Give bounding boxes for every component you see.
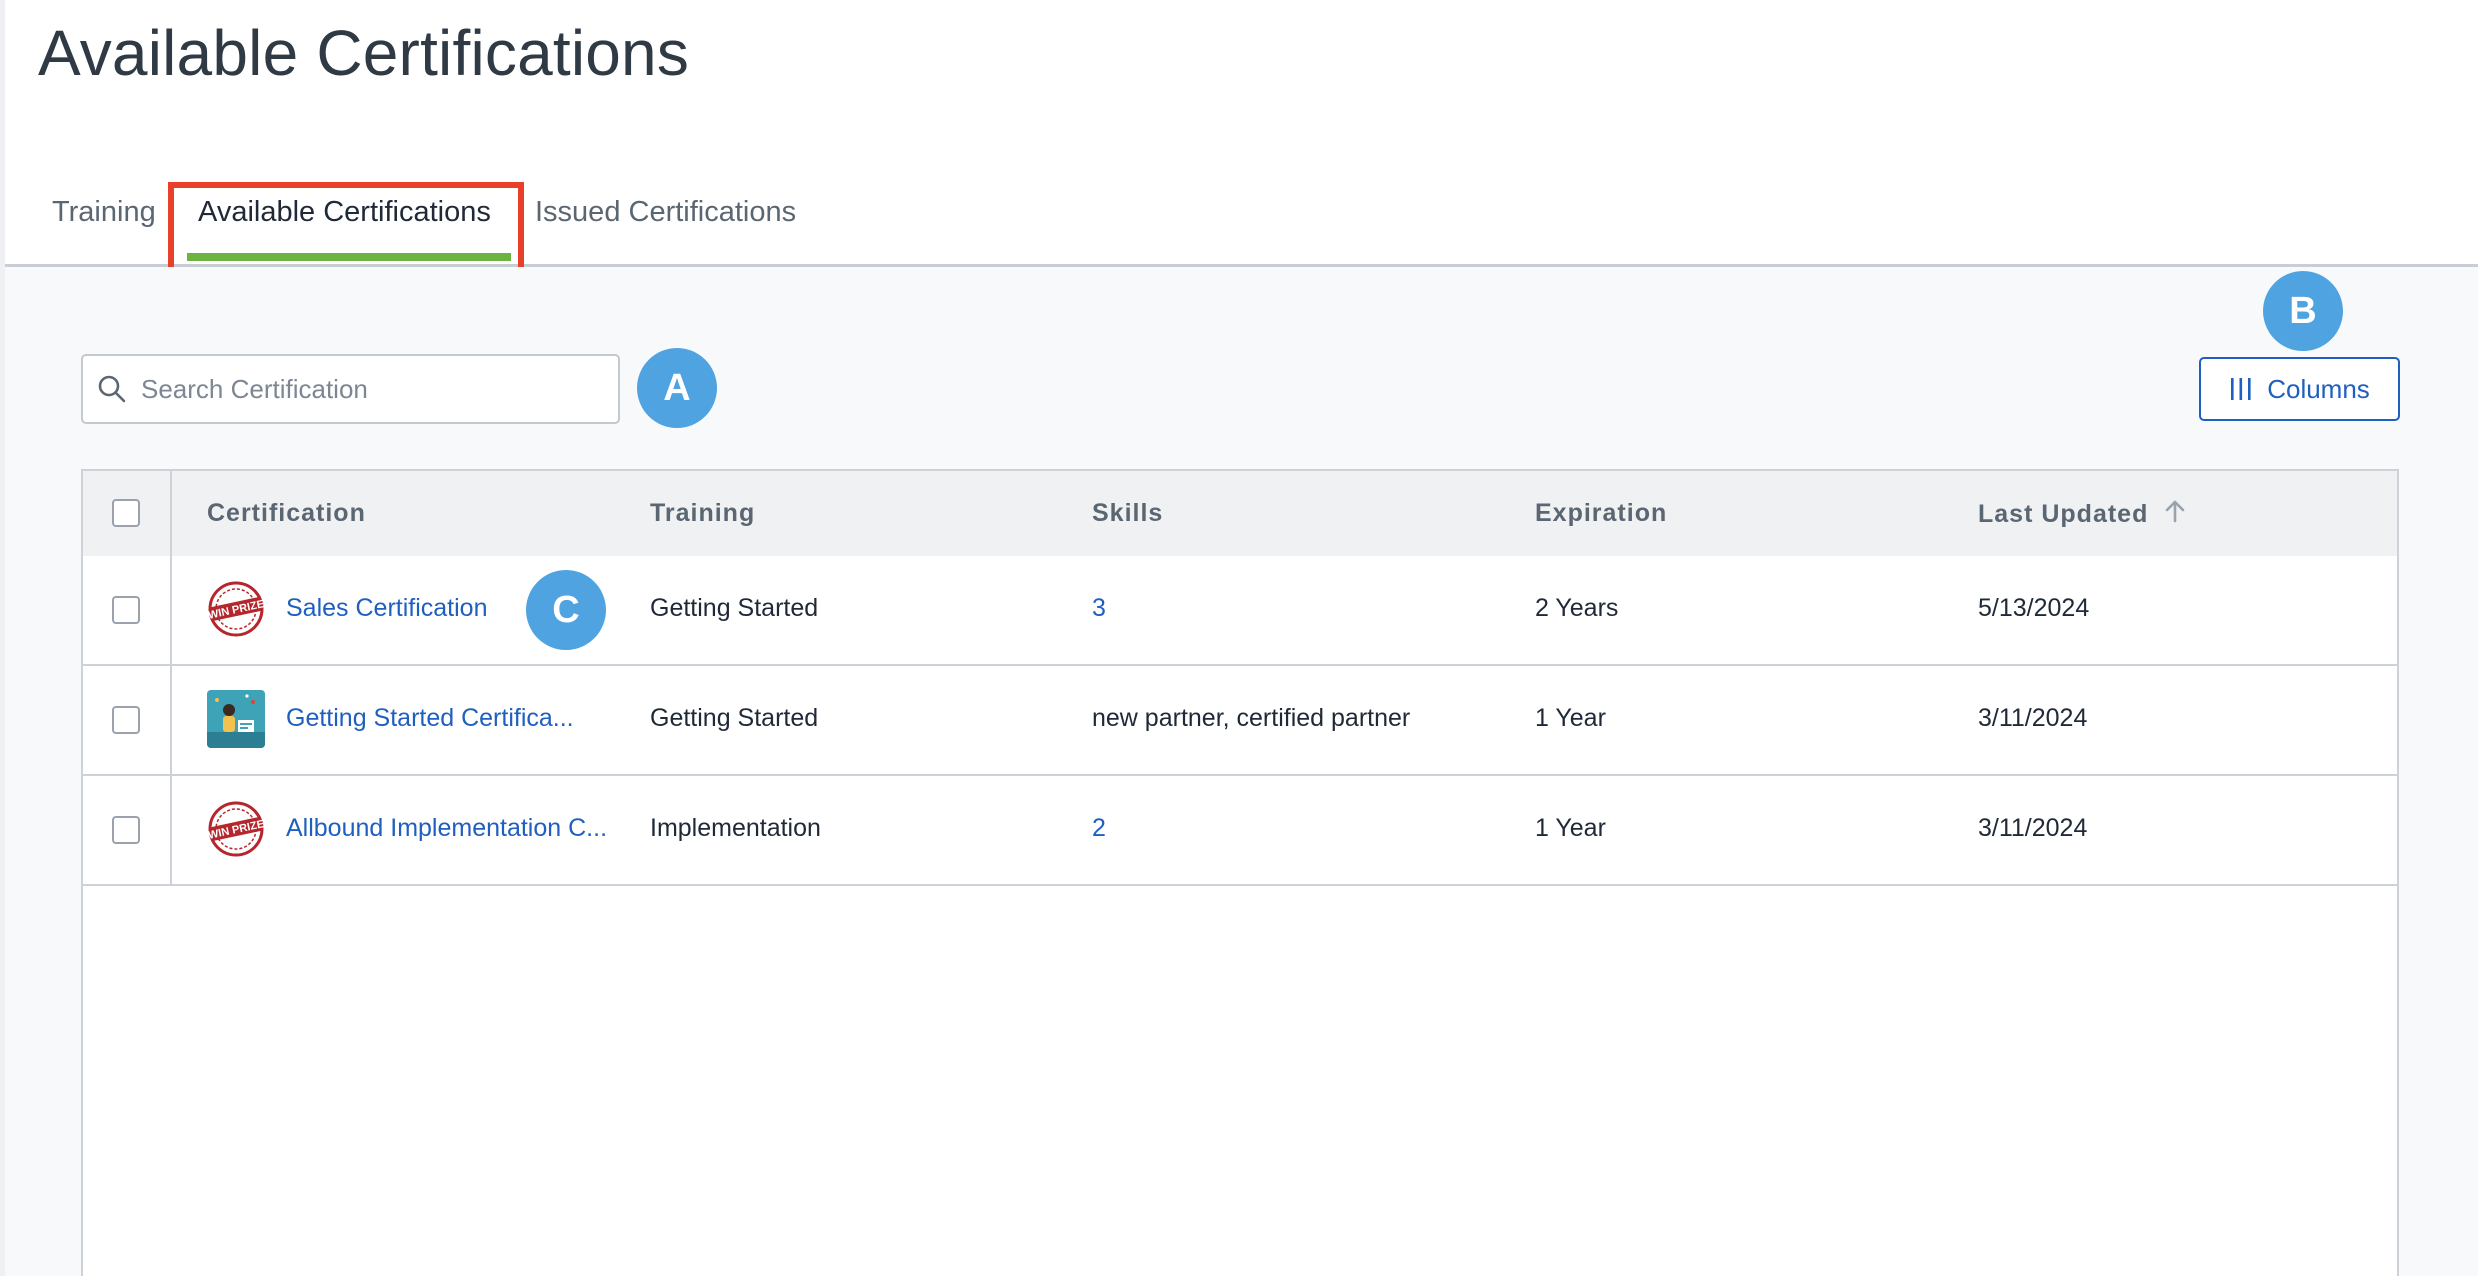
columns-button[interactable]: Columns bbox=[2199, 357, 2400, 421]
search-box[interactable] bbox=[81, 354, 620, 424]
page-title: Available Certifications bbox=[38, 17, 690, 89]
expiration-cell: 1 Year bbox=[1535, 704, 1606, 732]
celebration-illustration-icon bbox=[207, 690, 265, 748]
search-icon bbox=[97, 374, 127, 404]
certification-link[interactable]: Getting Started Certifica... bbox=[286, 704, 574, 733]
callout-badge-a: A bbox=[637, 348, 717, 428]
certification-link[interactable]: Allbound Implementation C... bbox=[286, 814, 607, 843]
table-row[interactable]: Getting Started Certifica... Getting Sta… bbox=[83, 666, 2397, 776]
table-row[interactable]: WIN PRIZE Sales Certification Getting St… bbox=[83, 556, 2397, 666]
training-cell: Getting Started bbox=[650, 704, 819, 732]
header-last-updated-wrap[interactable]: Last Updated bbox=[1978, 499, 2186, 530]
header-skills[interactable]: Skills bbox=[1092, 499, 1163, 528]
expiration-cell: 1 Year bbox=[1535, 814, 1606, 842]
checkbox-column-divider bbox=[170, 471, 172, 886]
certifications-table: Certification Training Skills Expiration… bbox=[81, 469, 2399, 1278]
skills-count-link[interactable]: 2 bbox=[1092, 814, 1106, 843]
columns-icon bbox=[2229, 376, 2253, 402]
search-input[interactable] bbox=[139, 372, 603, 406]
last-updated-cell: 5/13/2024 bbox=[1978, 594, 2090, 622]
table-row[interactable]: WIN PRIZE Allbound Implementation C... I… bbox=[83, 776, 2397, 886]
skills-cell: new partner, certified partner bbox=[1092, 704, 1411, 732]
certification-link[interactable]: Sales Certification bbox=[286, 594, 487, 623]
last-updated-cell: 3/11/2024 bbox=[1978, 704, 2088, 732]
prize-stamp-icon: WIN PRIZE bbox=[207, 800, 265, 858]
training-cell: Getting Started bbox=[650, 594, 819, 622]
active-tab-indicator bbox=[187, 253, 511, 261]
row-checkbox[interactable] bbox=[112, 596, 140, 624]
header-training[interactable]: Training bbox=[650, 499, 755, 528]
training-cell: Implementation bbox=[650, 814, 821, 842]
last-updated-cell: 3/11/2024 bbox=[1978, 814, 2088, 842]
callout-badge-c: C bbox=[526, 570, 606, 650]
header-last-updated: Last Updated bbox=[1978, 500, 2149, 528]
table-empty-area bbox=[83, 886, 2397, 1278]
columns-button-label: Columns bbox=[2267, 373, 2370, 404]
tab-available-certifications[interactable]: Available Certifications bbox=[198, 196, 491, 229]
tab-training[interactable]: Training bbox=[52, 196, 156, 229]
row-checkbox[interactable] bbox=[112, 706, 140, 734]
skills-count-link[interactable]: 3 bbox=[1092, 594, 1106, 623]
callout-badge-b: B bbox=[2263, 271, 2343, 351]
row-checkbox[interactable] bbox=[112, 816, 140, 844]
header-certification[interactable]: Certification bbox=[207, 499, 366, 528]
table-header: Certification Training Skills Expiration… bbox=[83, 471, 2397, 558]
tab-issued-certifications[interactable]: Issued Certifications bbox=[535, 196, 796, 229]
tab-bar: Training Available Certifications Issued… bbox=[5, 170, 2478, 267]
expiration-cell: 2 Years bbox=[1535, 594, 1619, 622]
select-all-checkbox[interactable] bbox=[112, 499, 140, 527]
sort-ascending-icon[interactable] bbox=[2164, 499, 2186, 530]
header-expiration[interactable]: Expiration bbox=[1535, 499, 1667, 528]
app-root: Available Certifications Training Availa… bbox=[0, 0, 2478, 1278]
prize-stamp-icon: WIN PRIZE bbox=[207, 580, 265, 638]
